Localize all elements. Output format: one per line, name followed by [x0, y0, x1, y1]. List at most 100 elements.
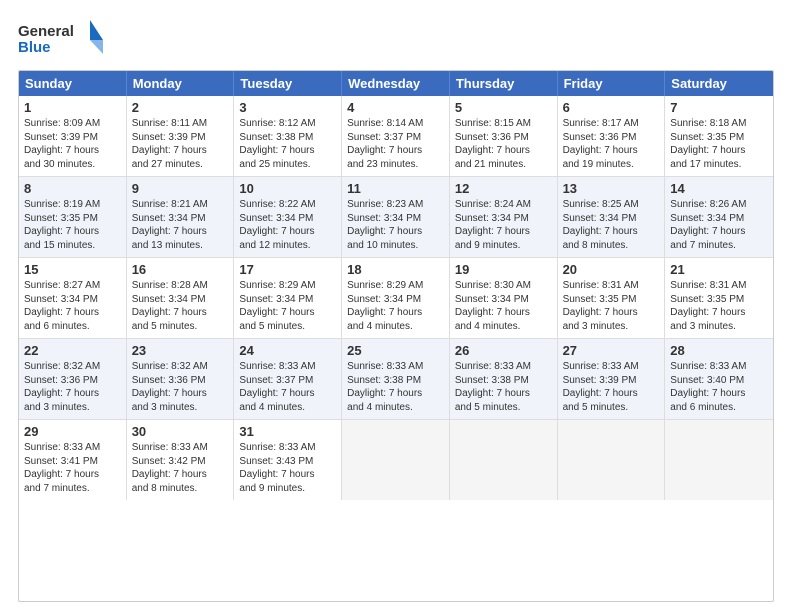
- day-number: 24: [239, 343, 336, 358]
- day-number: 23: [132, 343, 229, 358]
- svg-text:Blue: Blue: [18, 39, 51, 56]
- day-number: 26: [455, 343, 552, 358]
- calendar-cell: 30Sunrise: 8:33 AMSunset: 3:42 PMDayligh…: [127, 420, 235, 500]
- cell-line: Sunrise: 8:29 AM: [347, 279, 444, 293]
- cell-line: Sunset: 3:34 PM: [455, 212, 552, 226]
- cell-line: Daylight: 7 hours: [24, 225, 121, 239]
- cell-line: and 5 minutes.: [132, 320, 229, 334]
- cell-line: Daylight: 7 hours: [563, 306, 660, 320]
- cell-line: Sunset: 3:38 PM: [455, 374, 552, 388]
- cell-line: and 7 minutes.: [670, 239, 768, 253]
- cell-line: Daylight: 7 hours: [239, 225, 336, 239]
- day-number: 19: [455, 262, 552, 277]
- calendar-cell: 6Sunrise: 8:17 AMSunset: 3:36 PMDaylight…: [558, 96, 666, 176]
- cell-line: Sunrise: 8:32 AM: [132, 360, 229, 374]
- header-day-wednesday: Wednesday: [342, 71, 450, 96]
- cell-line: Sunset: 3:36 PM: [455, 131, 552, 145]
- cell-line: Sunrise: 8:33 AM: [132, 441, 229, 455]
- cell-line: Daylight: 7 hours: [132, 468, 229, 482]
- cell-line: Daylight: 7 hours: [239, 306, 336, 320]
- day-number: 17: [239, 262, 336, 277]
- header-day-friday: Friday: [558, 71, 666, 96]
- cell-line: Sunset: 3:43 PM: [239, 455, 336, 469]
- header-day-thursday: Thursday: [450, 71, 558, 96]
- page: General Blue SundayMondayTuesdayWednesda…: [0, 0, 792, 612]
- day-number: 16: [132, 262, 229, 277]
- calendar-cell: 1Sunrise: 8:09 AMSunset: 3:39 PMDaylight…: [19, 96, 127, 176]
- header-day-sunday: Sunday: [19, 71, 127, 96]
- calendar-cell: 22Sunrise: 8:32 AMSunset: 3:36 PMDayligh…: [19, 339, 127, 419]
- calendar-cell: 18Sunrise: 8:29 AMSunset: 3:34 PMDayligh…: [342, 258, 450, 338]
- day-number: 12: [455, 181, 552, 196]
- calendar-cell: 2Sunrise: 8:11 AMSunset: 3:39 PMDaylight…: [127, 96, 235, 176]
- calendar-cell: 27Sunrise: 8:33 AMSunset: 3:39 PMDayligh…: [558, 339, 666, 419]
- cell-line: and 12 minutes.: [239, 239, 336, 253]
- calendar-cell: 28Sunrise: 8:33 AMSunset: 3:40 PMDayligh…: [665, 339, 773, 419]
- cell-line: and 17 minutes.: [670, 158, 768, 172]
- day-number: 30: [132, 424, 229, 439]
- cell-line: and 6 minutes.: [24, 320, 121, 334]
- cell-line: Daylight: 7 hours: [24, 144, 121, 158]
- cell-line: Sunset: 3:34 PM: [455, 293, 552, 307]
- day-number: 29: [24, 424, 121, 439]
- cell-line: Daylight: 7 hours: [455, 144, 552, 158]
- calendar-cell: 20Sunrise: 8:31 AMSunset: 3:35 PMDayligh…: [558, 258, 666, 338]
- cell-line: Sunrise: 8:31 AM: [563, 279, 660, 293]
- calendar-cell: [558, 420, 666, 500]
- cell-line: Sunset: 3:35 PM: [563, 293, 660, 307]
- cell-line: Sunrise: 8:30 AM: [455, 279, 552, 293]
- cell-line: Daylight: 7 hours: [455, 225, 552, 239]
- cell-line: and 8 minutes.: [132, 482, 229, 496]
- calendar-row-2: 8Sunrise: 8:19 AMSunset: 3:35 PMDaylight…: [19, 177, 773, 258]
- cell-line: Sunset: 3:35 PM: [24, 212, 121, 226]
- cell-line: Daylight: 7 hours: [670, 306, 768, 320]
- cell-line: Sunset: 3:38 PM: [239, 131, 336, 145]
- day-number: 7: [670, 100, 768, 115]
- calendar-cell: [342, 420, 450, 500]
- calendar-cell: 15Sunrise: 8:27 AMSunset: 3:34 PMDayligh…: [19, 258, 127, 338]
- cell-line: Daylight: 7 hours: [132, 144, 229, 158]
- cell-line: and 13 minutes.: [132, 239, 229, 253]
- cell-line: and 5 minutes.: [239, 320, 336, 334]
- calendar-cell: 19Sunrise: 8:30 AMSunset: 3:34 PMDayligh…: [450, 258, 558, 338]
- cell-line: and 5 minutes.: [563, 401, 660, 415]
- cell-line: Sunrise: 8:25 AM: [563, 198, 660, 212]
- calendar-cell: [450, 420, 558, 500]
- cell-line: Sunset: 3:39 PM: [563, 374, 660, 388]
- cell-line: Sunrise: 8:33 AM: [670, 360, 768, 374]
- cell-line: Daylight: 7 hours: [670, 387, 768, 401]
- cell-line: and 3 minutes.: [670, 320, 768, 334]
- cell-line: and 3 minutes.: [24, 401, 121, 415]
- cell-line: Sunrise: 8:31 AM: [670, 279, 768, 293]
- day-number: 13: [563, 181, 660, 196]
- day-number: 25: [347, 343, 444, 358]
- cell-line: Sunset: 3:34 PM: [563, 212, 660, 226]
- cell-line: Daylight: 7 hours: [455, 387, 552, 401]
- cell-line: Daylight: 7 hours: [132, 306, 229, 320]
- cell-line: and 21 minutes.: [455, 158, 552, 172]
- cell-line: Sunset: 3:36 PM: [24, 374, 121, 388]
- cell-line: Daylight: 7 hours: [132, 387, 229, 401]
- day-number: 28: [670, 343, 768, 358]
- cell-line: Sunset: 3:36 PM: [563, 131, 660, 145]
- day-number: 11: [347, 181, 444, 196]
- calendar-row-4: 22Sunrise: 8:32 AMSunset: 3:36 PMDayligh…: [19, 339, 773, 420]
- cell-line: Sunrise: 8:12 AM: [239, 117, 336, 131]
- cell-line: and 27 minutes.: [132, 158, 229, 172]
- cell-line: Daylight: 7 hours: [132, 225, 229, 239]
- cell-line: Sunrise: 8:09 AM: [24, 117, 121, 131]
- cell-line: and 5 minutes.: [455, 401, 552, 415]
- cell-line: Sunrise: 8:33 AM: [24, 441, 121, 455]
- day-number: 31: [239, 424, 336, 439]
- cell-line: Daylight: 7 hours: [347, 387, 444, 401]
- header: General Blue: [18, 18, 774, 60]
- cell-line: Daylight: 7 hours: [563, 225, 660, 239]
- cell-line: and 4 minutes.: [347, 320, 444, 334]
- cell-line: and 19 minutes.: [563, 158, 660, 172]
- cell-line: Sunrise: 8:33 AM: [239, 360, 336, 374]
- cell-line: Sunset: 3:37 PM: [239, 374, 336, 388]
- calendar-cell: 3Sunrise: 8:12 AMSunset: 3:38 PMDaylight…: [234, 96, 342, 176]
- cell-line: and 9 minutes.: [239, 482, 336, 496]
- cell-line: Sunset: 3:34 PM: [132, 293, 229, 307]
- day-number: 21: [670, 262, 768, 277]
